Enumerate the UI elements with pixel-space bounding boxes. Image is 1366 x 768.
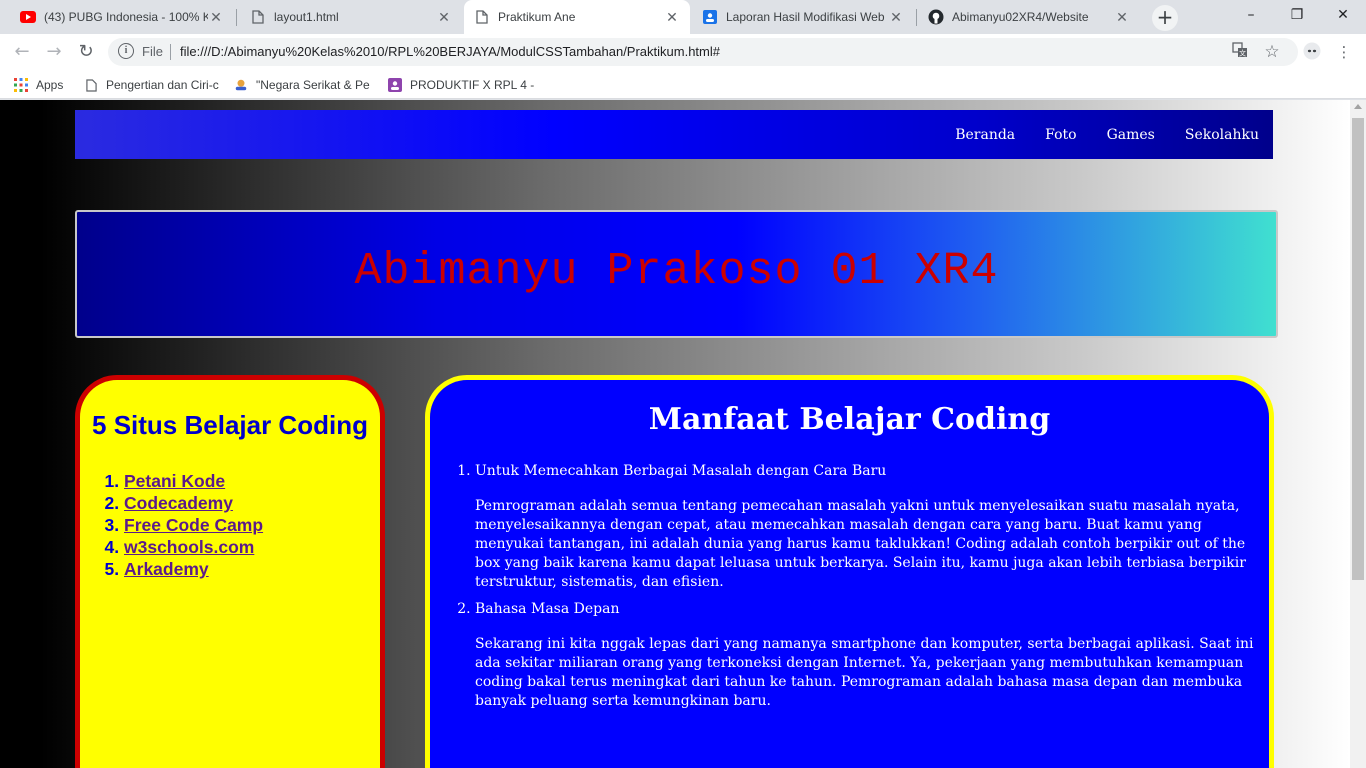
classroom-icon — [702, 9, 718, 25]
bookmark-label: Apps — [36, 78, 64, 92]
item-body: Sekarang ini kita nggak lepas dari yang … — [475, 636, 1254, 709]
url-text[interactable]: file:///D:/Abimanyu%20Kelas%2010/RPL%20B… — [180, 44, 720, 59]
coding-sites-list: Petani Kode Codecademy Free Code Camp w3… — [124, 470, 263, 580]
sidebar-panel: 5 Situs Belajar Coding Petani Kode Codec… — [75, 375, 385, 768]
omnibox-divider — [170, 44, 171, 60]
list-item: Bahasa Masa Depan Sekarang ini kita ngga… — [475, 600, 1267, 711]
tab-label: Abimanyu02XR4/Website — [952, 10, 1089, 24]
forward-arrow-icon[interactable]: → — [42, 40, 66, 64]
back-arrow-icon[interactable]: ← — [10, 40, 34, 64]
list-item: Codecademy — [124, 492, 263, 514]
bookmark-apps[interactable]: Apps — [14, 76, 63, 94]
vertical-scrollbar[interactable] — [1350, 100, 1366, 768]
item-body: Pemrograman adalah semua tentang pemecah… — [475, 498, 1246, 590]
close-icon[interactable]: ✕ — [664, 9, 680, 25]
close-icon[interactable]: ✕ — [436, 9, 452, 25]
tab-layout1[interactable]: layout1.html ✕ — [240, 0, 462, 34]
nav-links: Beranda Foto Games Sekolahku — [925, 110, 1259, 159]
tab-strip: (43) PUBG Indonesia - 100% Ke ✕ layout1.… — [0, 0, 1366, 34]
bookmark-label: PRODUKTIF X RPL 4 - — [410, 78, 535, 92]
banner-title: Abimanyu Prakoso 01 XR4 — [354, 246, 999, 297]
browser-toolbar: ← → ↻ i File file:///D:/Abimanyu%20Kelas… — [0, 34, 1366, 71]
main-title: Manfaat Belajar Coding — [648, 402, 1051, 437]
close-icon[interactable]: ✕ — [888, 9, 904, 25]
classroom-icon — [388, 78, 402, 92]
apps-grid-icon — [14, 78, 28, 92]
scrollbar-thumb[interactable] — [1352, 118, 1364, 580]
tab-pubg[interactable]: (43) PUBG Indonesia - 100% Ke ✕ — [10, 0, 234, 34]
nav-link-beranda[interactable]: Beranda — [955, 127, 1015, 143]
site-icon — [234, 78, 248, 92]
bookmark-pengertian[interactable]: Pengertian dan Ciri-c — [84, 76, 220, 94]
github-icon — [928, 9, 944, 25]
maximize-button[interactable]: ❐ — [1274, 0, 1320, 30]
main-content-panel: Manfaat Belajar Coding Untuk Memecahkan … — [425, 375, 1274, 768]
scroll-up-arrow-icon[interactable] — [1354, 104, 1362, 109]
menu-kebab-icon[interactable]: ⋮ — [1334, 42, 1354, 62]
nav-link-sekolahku[interactable]: Sekolahku — [1185, 127, 1259, 143]
translate-icon[interactable]: 文 — [1230, 42, 1250, 62]
tab-label: Praktikum Ane — [498, 10, 576, 24]
new-tab-button[interactable]: + — [1152, 5, 1178, 31]
close-window-button[interactable]: ✕ — [1320, 0, 1366, 30]
nav-link-games[interactable]: Games — [1107, 127, 1155, 143]
site-navbar: Beranda Foto Games Sekolahku — [75, 110, 1273, 159]
bookmark-label: Pengertian dan Ciri-c — [106, 78, 219, 92]
page-icon — [84, 78, 98, 92]
profile-avatar-icon[interactable] — [1302, 42, 1322, 62]
item-heading: Bahasa Masa Depan — [475, 601, 620, 617]
list-item: w3schools.com — [124, 536, 263, 558]
address-bar[interactable]: i File file:///D:/Abimanyu%20Kelas%2010/… — [108, 38, 1298, 66]
tab-separator — [916, 9, 917, 26]
reload-icon[interactable]: ↻ — [74, 40, 98, 64]
link-codecademy[interactable]: Codecademy — [124, 493, 233, 513]
header-banner: Abimanyu Prakoso 01 XR4 — [75, 210, 1278, 338]
tab-github[interactable]: Abimanyu02XR4/Website ✕ — [918, 0, 1140, 34]
svg-text:文: 文 — [1239, 49, 1246, 58]
nav-link-foto[interactable]: Foto — [1045, 127, 1076, 143]
link-arkademy[interactable]: Arkademy — [124, 559, 209, 579]
item-heading: Untuk Memecahkan Berbagai Masalah dengan… — [475, 463, 887, 479]
tab-label: Laporan Hasil Modifikasi Web — [726, 10, 885, 24]
minimize-button[interactable]: – — [1228, 0, 1274, 30]
tab-laporan[interactable]: Laporan Hasil Modifikasi Web ✕ — [692, 0, 914, 34]
list-item: Untuk Memecahkan Berbagai Masalah dengan… — [475, 462, 1267, 592]
list-item: Petani Kode — [124, 470, 263, 492]
info-icon[interactable]: i — [118, 43, 134, 59]
close-icon[interactable]: ✕ — [1114, 9, 1130, 25]
list-item: Arkademy — [124, 558, 263, 580]
tab-praktikum-active[interactable]: Praktikum Ane ✕ — [464, 0, 690, 34]
link-w3schools[interactable]: w3schools.com — [124, 537, 254, 557]
link-free-code-camp[interactable]: Free Code Camp — [124, 515, 263, 535]
star-bookmark-icon[interactable]: ☆ — [1262, 42, 1282, 62]
list-item: Free Code Camp — [124, 514, 263, 536]
link-petani-kode[interactable]: Petani Kode — [124, 471, 225, 491]
bookmark-produktif[interactable]: PRODUKTIF X RPL 4 - — [388, 76, 534, 94]
tab-label: (43) PUBG Indonesia - 100% Ke — [44, 10, 208, 24]
benefits-list: Untuk Memecahkan Berbagai Masalah dengan… — [470, 462, 1267, 719]
page-icon — [474, 9, 490, 25]
sidebar-title: 5 Situs Belajar Coding — [92, 410, 368, 440]
bookmark-label: "Negara Serikat & Pe — [256, 78, 370, 92]
close-icon[interactable]: ✕ — [208, 9, 224, 25]
file-scheme-label: File — [142, 44, 163, 59]
youtube-icon — [20, 9, 36, 25]
tab-label: layout1.html — [274, 10, 339, 24]
bookmarks-bar: Apps Pengertian dan Ciri-c "Negara Serik… — [0, 71, 1366, 99]
page-viewport: Beranda Foto Games Sekolahku Abimanyu Pr… — [0, 100, 1350, 768]
page-icon — [250, 9, 266, 25]
bookmark-negara[interactable]: "Negara Serikat & Pe — [234, 76, 374, 94]
tab-separator — [236, 9, 237, 26]
